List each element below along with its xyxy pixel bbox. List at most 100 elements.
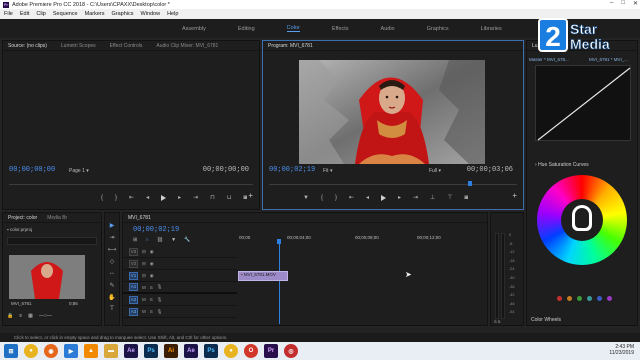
toggle-sync-icon[interactable]: ⊟	[142, 261, 146, 267]
step-back-icon[interactable]: {	[101, 195, 103, 201]
illustrator-icon[interactable]: Ai	[164, 344, 178, 358]
workspace-effects[interactable]: Effects	[332, 26, 349, 32]
after-effects-icon[interactable]: Ae	[124, 344, 138, 358]
system-clock[interactable]: 2:43 PM 11/23/2019	[609, 344, 634, 356]
swatch-blue-icon[interactable]	[597, 296, 602, 301]
hand-tool-icon[interactable]: ✋	[107, 294, 117, 303]
add-button-icon[interactable]: +	[248, 191, 253, 200]
selection-tool-icon[interactable]: ▶	[107, 222, 117, 231]
solo-icon[interactable]: S	[150, 297, 153, 302]
mute-icon[interactable]: M	[142, 285, 146, 290]
premiere-icon[interactable]: Pr	[264, 344, 278, 358]
overwrite-icon[interactable]: ⊔	[227, 194, 232, 201]
go-to-in-icon[interactable]: ⇤	[129, 194, 134, 201]
mic-icon[interactable]: 🎙	[157, 284, 163, 290]
tab-sequence[interactable]: MVI_6781	[128, 215, 151, 221]
eye-icon[interactable]: ◉	[150, 261, 154, 267]
menu-markers[interactable]: Markers	[85, 11, 105, 17]
add-marker-icon[interactable]: ▼	[303, 195, 309, 201]
menu-edit[interactable]: Edit	[20, 11, 29, 17]
eye-icon[interactable]: ◉	[150, 273, 154, 279]
swatch-green-icon[interactable]	[577, 296, 582, 301]
mark-in-icon[interactable]: {	[321, 195, 323, 201]
tab-effect-controls[interactable]: Effect Controls	[110, 43, 143, 49]
timeline-clip-v1[interactable]: ▪ MVI_6781.MOV	[238, 271, 288, 281]
menu-sequence[interactable]: Sequence	[53, 11, 78, 17]
go-to-out-icon[interactable]: ⇥	[413, 194, 418, 201]
solo-icon[interactable]: S	[150, 285, 153, 290]
program-scrubber[interactable]	[269, 184, 517, 185]
toggle-sync-icon[interactable]: ⊟	[142, 273, 146, 279]
track-a3[interactable]: A3 M S 🎙	[123, 306, 237, 318]
quality-dropdown[interactable]: Full ▾	[429, 168, 441, 174]
track-v2[interactable]: V2 ⊟ ◉	[123, 258, 237, 270]
program-video-frame[interactable]	[299, 60, 485, 164]
workspace-assembly[interactable]: Assembly	[182, 26, 206, 32]
linked-selection-icon[interactable]: ⛓	[157, 237, 163, 243]
maximize-icon[interactable]: □	[621, 0, 625, 7]
extract-icon[interactable]: ⊤	[447, 194, 452, 201]
project-search-input[interactable]	[7, 237, 97, 245]
tab-lumetri-scopes[interactable]: Lumetri Scopes	[61, 43, 96, 49]
track-v1[interactable]: V1 ⊟ ◉	[123, 270, 237, 282]
track-v3[interactable]: V3 ⊟ ◉	[123, 246, 237, 258]
lock-icon[interactable]: 🔒	[7, 313, 13, 319]
icon-view-icon[interactable]: ▦	[28, 313, 33, 319]
swatch-red-icon[interactable]	[557, 296, 562, 301]
minimize-icon[interactable]: –	[610, 0, 613, 7]
slip-tool-icon[interactable]: ↔	[107, 270, 117, 279]
workspace-color[interactable]: Color	[286, 25, 300, 32]
tab-project[interactable]: Project: color	[8, 215, 37, 221]
go-to-out-icon[interactable]: ⇥	[193, 194, 198, 201]
tab-lumetri-color[interactable]: Lu	[532, 43, 538, 49]
list-view-icon[interactable]: ≡	[19, 313, 22, 319]
workspace-editing[interactable]: Editing	[238, 26, 255, 32]
type-tool-icon[interactable]: T	[107, 306, 117, 315]
insert-icon[interactable]: ⊓	[210, 194, 215, 201]
workspace-graphics[interactable]: Graphics	[427, 26, 449, 32]
swatch-cyan-icon[interactable]	[587, 296, 592, 301]
frame-back-icon[interactable]: ◂	[146, 194, 149, 201]
toggle-sync-icon[interactable]: ⊟	[142, 249, 146, 255]
close-icon[interactable]: ✕	[633, 0, 638, 7]
export-frame-icon[interactable]: ◙	[244, 195, 248, 201]
firefox-icon[interactable]: ◉	[44, 344, 58, 358]
clip-thumbnail[interactable]	[9, 255, 85, 299]
chrome-icon[interactable]: ●	[24, 344, 38, 358]
rgb-curve[interactable]	[535, 65, 631, 141]
folder-icon[interactable]: ▬	[104, 344, 118, 358]
pen-tool-icon[interactable]: ✎	[107, 282, 117, 291]
lift-icon[interactable]: ⊥	[430, 194, 435, 201]
zoom-slider-icon[interactable]: —○—	[39, 313, 52, 319]
recorder-icon[interactable]: ◎	[284, 344, 298, 358]
project-file[interactable]: ▪ color.prproj	[7, 227, 32, 232]
go-to-in-icon[interactable]: ⇤	[349, 194, 354, 201]
menu-graphics[interactable]: Graphics	[112, 11, 134, 17]
photoshop-icon[interactable]: Ps	[144, 344, 158, 358]
track-a1[interactable]: A1 M S 🎙	[123, 282, 237, 294]
mute-icon[interactable]: M	[142, 309, 146, 314]
tab-audio-clip-mixer[interactable]: Audio Clip Mixer: MVI_6781	[156, 43, 218, 49]
export-frame-icon[interactable]: ◙	[465, 195, 469, 201]
windows-start-icon[interactable]: ⊞	[4, 344, 18, 358]
add-button-icon[interactable]: +	[512, 191, 517, 200]
chrome-icon-2[interactable]: ●	[224, 344, 238, 358]
menu-clip[interactable]: Clip	[36, 11, 45, 17]
source-scrubber[interactable]	[9, 184, 253, 185]
ripple-edit-tool-icon[interactable]: ⟷	[107, 246, 117, 255]
track-a2[interactable]: A2 M S 🎙	[123, 294, 237, 306]
razor-tool-icon[interactable]: ◇	[107, 258, 117, 267]
tab-source[interactable]: Source: (no clips)	[8, 43, 47, 49]
workspace-libraries[interactable]: Libraries	[481, 26, 502, 32]
page-selector[interactable]: Page 1 ▾	[69, 168, 89, 174]
play-icon[interactable]	[161, 194, 167, 201]
mark-out-icon[interactable]: }	[335, 195, 337, 201]
after-effects-icon-2[interactable]: Ae	[184, 344, 198, 358]
mic-icon[interactable]: 🎙	[157, 309, 163, 315]
menu-help[interactable]: Help	[167, 11, 178, 17]
tab-program[interactable]: Program: MVI_6781	[268, 43, 313, 49]
snap-icon[interactable]: ∩	[145, 237, 149, 243]
hue-wheel[interactable]	[537, 175, 627, 265]
menu-window[interactable]: Window	[141, 11, 161, 17]
photoshop-icon-2[interactable]: Ps	[204, 344, 218, 358]
